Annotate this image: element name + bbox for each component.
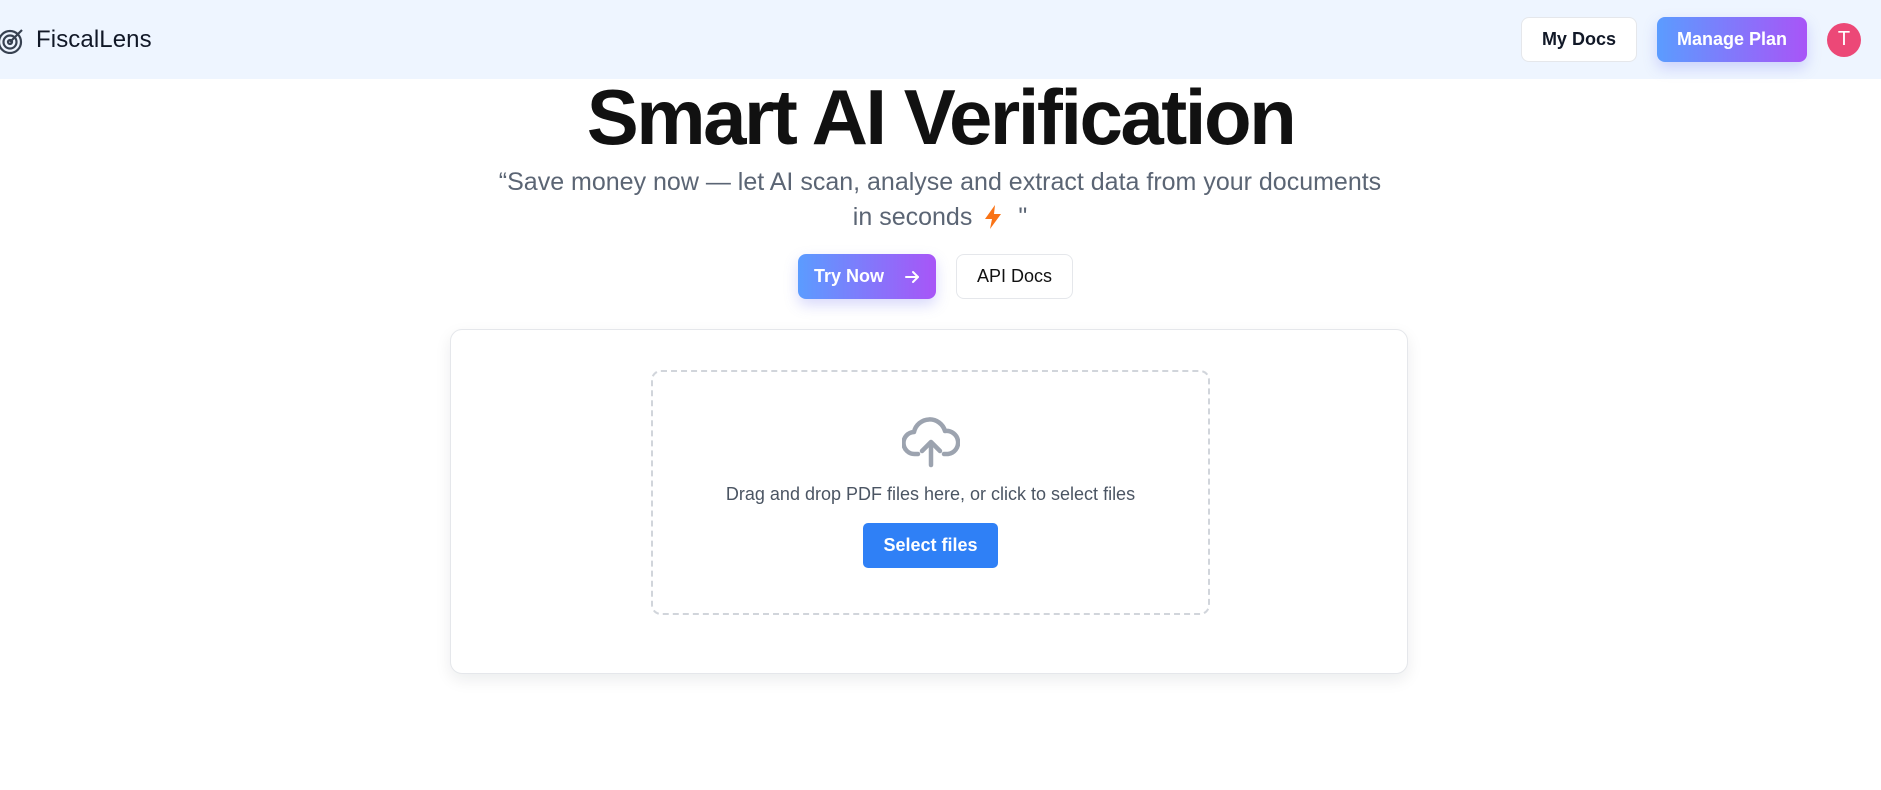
file-dropzone[interactable]: Drag and drop PDF files here, or click t… <box>651 370 1210 615</box>
cloud-upload-icon <box>900 416 960 468</box>
try-now-label: Try Now <box>813 266 884 286</box>
upload-card: Drag and drop PDF files here, or click t… <box>450 329 1408 674</box>
hero-subtitle: “Save money now — let AI scan, analyse a… <box>480 165 1400 235</box>
lightning-icon <box>982 204 1004 230</box>
select-files-button[interactable]: Select files <box>863 523 998 568</box>
hero-actions: Try Now API Docs <box>0 254 1881 299</box>
api-docs-button[interactable]: API Docs <box>955 254 1074 299</box>
top-nav-actions: My Docs Manage Plan T <box>1520 17 1861 62</box>
manage-plan-button[interactable]: Manage Plan <box>1656 17 1807 62</box>
hero-subtitle-end: " <box>1018 203 1028 231</box>
avatar[interactable]: T <box>1827 22 1861 57</box>
brand-name: FiscalLens <box>36 25 152 53</box>
hero-subtitle-line2: in seconds <box>852 203 973 231</box>
try-now-button[interactable]: Try Now <box>797 254 936 299</box>
dropzone-instructions: Drag and drop PDF files here, or click t… <box>725 484 1136 504</box>
brand[interactable]: FiscalLens <box>0 26 152 54</box>
hero-subtitle-line1: “Save money now — let AI scan, analyse a… <box>498 168 1382 196</box>
radar-target-icon <box>0 26 26 54</box>
top-navbar: FiscalLens My Docs Manage Plan T <box>0 0 1881 79</box>
my-docs-button[interactable]: My Docs <box>1520 17 1637 62</box>
page-title: Smart AI Verification <box>586 73 1297 161</box>
arrow-right-icon <box>904 269 920 285</box>
